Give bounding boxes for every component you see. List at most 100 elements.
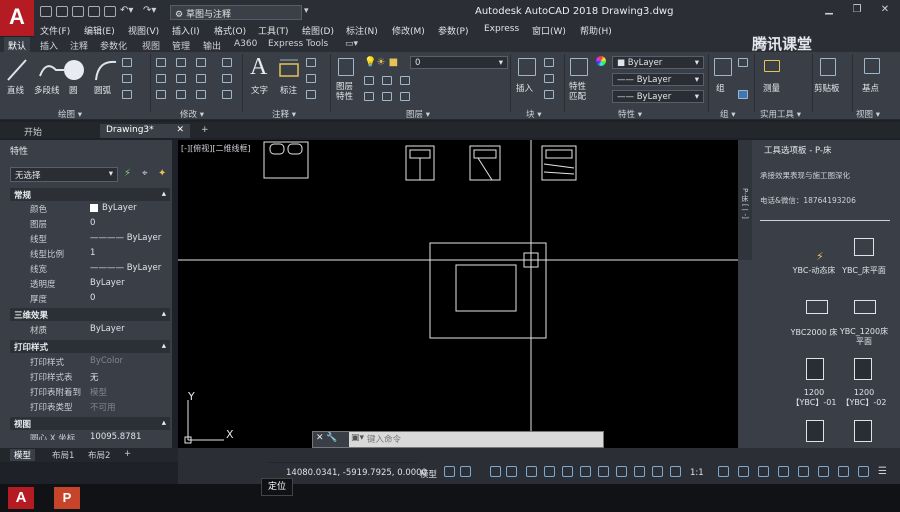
clean-screen-icon[interactable] [858,466,869,477]
dynamic-ucs-icon[interactable] [634,466,645,477]
layer-state-icons[interactable]: 💡☀ ■ [364,57,398,68]
layer-tool-icon-1[interactable] [364,76,374,85]
section-3d-effects[interactable]: 三维效果 ▴ [10,308,170,321]
linetype-dropdown[interactable]: —— ByLayer ▾ [612,73,704,86]
text-button[interactable]: 文字 [251,84,268,96]
tab-model[interactable]: 模型 [10,449,36,461]
insert-button[interactable]: 插入 [516,82,533,94]
tab-a360[interactable]: A360 [234,39,257,49]
layer-properties-button[interactable]: 图层 特性 [336,82,353,102]
hatch-icon[interactable] [122,74,132,83]
menu-parametric[interactable]: 参数(P) [438,24,468,37]
layer-tool-icon-6[interactable] [400,92,410,101]
layer-tool-icon-4[interactable] [364,92,374,101]
menu-draw[interactable]: 绘图(D) [302,24,334,37]
tab-manage[interactable]: 管理 [172,39,190,52]
menu-express[interactable]: Express [484,24,519,34]
section-view[interactable]: 视图 ▴ [10,417,170,430]
tab-output[interactable]: 输出 [203,39,221,52]
close-tab-icon[interactable]: ✕ [176,125,184,135]
new-tab-button[interactable]: + [195,124,215,138]
base-point-icon[interactable] [864,58,880,74]
table-icon[interactable] [306,90,316,99]
otrack-icon[interactable] [544,466,555,477]
circle-button[interactable]: 圆 [69,84,78,96]
annotation-monitor-icon[interactable] [738,466,749,477]
prop-value[interactable]: 无 [90,371,99,383]
customize-icon[interactable]: ☰ [878,466,887,477]
tab-express-tools[interactable]: Express Tools [268,39,328,49]
menu-view[interactable]: 视图(V) [128,24,159,37]
arc-button[interactable]: 圆弧 [94,84,111,96]
move-icon[interactable] [156,58,166,67]
redo-icon[interactable]: ↷▾ [143,5,156,16]
create-block-icon[interactable] [544,58,554,67]
model-space-button[interactable]: 模型 [420,468,437,480]
pickadd-icon[interactable]: ✦ [158,168,166,179]
select-objects-icon[interactable]: ⌖ [142,168,148,179]
panel-title-modify[interactable]: 修改 ▾ [180,108,204,120]
prop-value[interactable]: 10095.8781 [90,432,141,440]
dimension-icon[interactable] [278,58,300,78]
prop-value[interactable]: ———— ByLayer [90,263,161,273]
match-properties-button[interactable]: 特性 匹配 [569,82,586,102]
tab-drawing3[interactable]: Drawing3* ✕ [100,124,190,138]
open-file-icon[interactable] [56,6,68,17]
save-as-icon[interactable] [88,6,100,17]
selection-dropdown[interactable]: 无选择 ▾ [10,167,118,182]
palette-side-strip[interactable]: P-床 [一-] [738,140,752,260]
linear-dim-icon[interactable] [306,58,316,67]
ortho-icon[interactable] [490,466,501,477]
dimension-button[interactable]: 标注 [280,84,297,96]
copy-icon[interactable] [156,74,166,83]
tab-start[interactable]: 开始 [18,124,48,138]
tab-annotate[interactable]: 注释 [70,39,88,52]
base-point-button[interactable]: 基点 [862,82,879,94]
array-icon[interactable] [196,90,206,99]
qat-dropdown-icon[interactable]: ▾ [304,6,309,16]
panel-title-block[interactable]: 块 ▾ [526,108,541,120]
undo-icon[interactable]: ↶▾ [120,5,133,16]
drawing-canvas[interactable]: [-][俯视][二维线框] Y X [178,140,738,448]
fillet-icon[interactable] [196,74,206,83]
section-general[interactable]: 常规 ▴ [10,188,170,201]
lock-ui-icon[interactable] [798,466,809,477]
layer-dropdown[interactable]: 0 ▾ [410,56,508,69]
command-line-controls[interactable]: ✕ 🔧 [313,432,349,447]
palette-tool-bed2000[interactable]: YBC2000 床 [788,327,840,338]
prop-value[interactable]: 0 [90,218,95,228]
quick-properties-icon[interactable] [778,466,789,477]
workspace-switch-icon[interactable] [718,466,729,477]
line-button[interactable]: 直线 [7,84,24,96]
leader-icon[interactable] [306,74,316,83]
tab-home[interactable]: 默认 [4,37,31,52]
tab-layout1[interactable]: 布局1 [48,449,78,461]
panel-title-utilities[interactable]: 实用工具 ▾ [760,108,801,120]
transparency-icon[interactable] [580,466,591,477]
print-icon[interactable] [104,6,116,17]
prop-value[interactable]: ByLayer [90,278,125,288]
prop-value[interactable]: 1 [90,248,95,258]
menu-tools[interactable]: 工具(T) [258,24,289,37]
match-properties-icon[interactable] [570,58,588,76]
3d-osnap-icon[interactable] [616,466,627,477]
lineweight-icon[interactable] [562,466,573,477]
snap-icon[interactable] [460,466,471,477]
command-history-icon[interactable]: ▣▾ [351,433,365,446]
menu-help[interactable]: 帮助(H) [580,24,612,37]
measure-icon[interactable] [764,60,780,72]
trim-icon[interactable] [196,58,206,67]
annotation-scale[interactable]: 1:1 [690,468,704,478]
isolate-objects-icon[interactable] [818,466,829,477]
selection-cycling-icon[interactable] [598,466,609,477]
restore-button[interactable]: ❐ [848,4,866,18]
autocad-taskbar-icon[interactable]: A [8,487,34,509]
tab-layout2[interactable]: 布局2 [84,449,114,461]
panel-title-groups[interactable]: 组 ▾ [720,108,735,120]
erase-icon[interactable] [222,58,232,67]
insert-block-icon[interactable] [518,58,536,76]
scale-icon[interactable] [176,90,186,99]
add-layout-button[interactable]: + [120,449,135,459]
palette-tool-bed-plan[interactable]: YBC_床平面 [838,265,890,276]
prop-value[interactable]: ———— ByLayer [90,233,161,243]
